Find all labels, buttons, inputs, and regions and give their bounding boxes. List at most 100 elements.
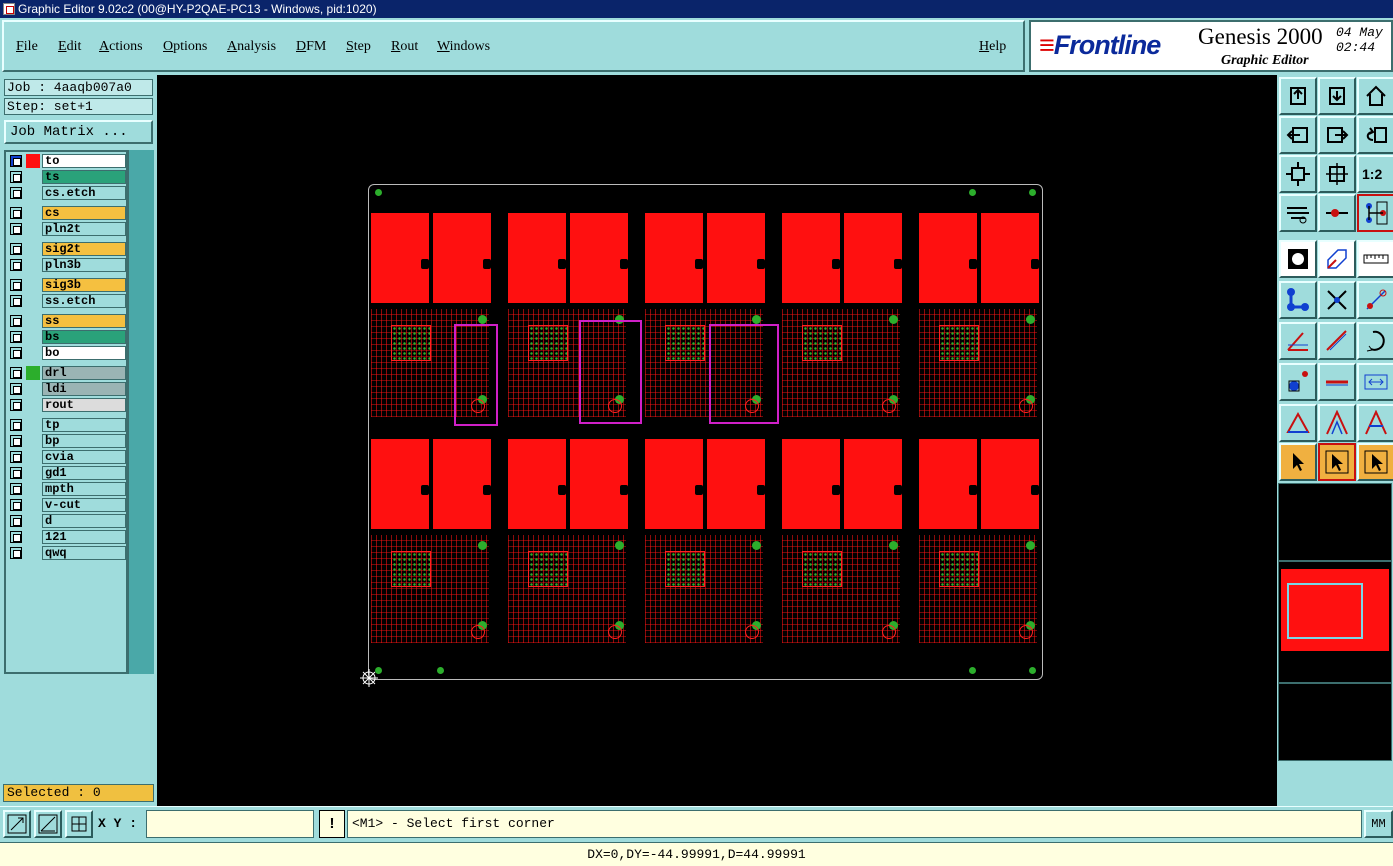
layer-row-rout[interactable]: rout <box>8 398 126 412</box>
connect-points-button[interactable] <box>1279 281 1317 319</box>
layer-checkbox[interactable] <box>10 279 22 291</box>
job-matrix-button[interactable]: Job Matrix ... <box>4 120 153 144</box>
draw-polygon-button[interactable] <box>1318 240 1356 278</box>
layer-color-swatch[interactable] <box>26 206 40 220</box>
menu-analysis[interactable]: Analysis <box>227 39 276 55</box>
layer-name[interactable]: mpth <box>42 482 126 496</box>
layer-color-swatch[interactable] <box>26 222 40 236</box>
zoom-down-button[interactable] <box>1318 77 1356 115</box>
layer-name[interactable]: cs <box>42 206 126 220</box>
exclamation-button[interactable]: ! <box>319 810 345 838</box>
layer-name[interactable]: ts <box>42 170 126 184</box>
layer-color-swatch[interactable] <box>26 330 40 344</box>
layer-color-swatch[interactable] <box>26 398 40 412</box>
layer-name[interactable]: 121 <box>42 530 126 544</box>
layer-checkbox[interactable] <box>10 171 22 183</box>
layer-name[interactable]: gd1 <box>42 466 126 480</box>
layer-color-swatch[interactable] <box>26 418 40 432</box>
layer-color-swatch[interactable] <box>26 154 40 168</box>
layer-name[interactable]: ldi <box>42 382 126 396</box>
layer-row-cs[interactable]: cs <box>8 206 126 220</box>
graphic-canvas[interactable] <box>157 75 1277 806</box>
layer-row-to[interactable]: to <box>8 154 126 168</box>
layer-checkbox[interactable] <box>10 243 22 255</box>
layer-checkbox[interactable] <box>10 435 22 447</box>
layer-checkbox[interactable] <box>10 347 22 359</box>
layer-color-swatch[interactable] <box>26 346 40 360</box>
select-arrow-button[interactable] <box>1279 443 1317 481</box>
layer-name[interactable]: sig2t <box>42 242 126 256</box>
layer-color-swatch[interactable] <box>26 434 40 448</box>
layer-name[interactable]: d <box>42 514 126 528</box>
home-view-button[interactable] <box>1357 77 1393 115</box>
layer-name[interactable]: drl <box>42 366 126 380</box>
layer-checkbox[interactable] <box>10 295 22 307</box>
layer-color-swatch[interactable] <box>26 466 40 480</box>
cross-snap-button[interactable] <box>1318 281 1356 319</box>
layer-row-v-cut[interactable]: v-cut <box>8 498 126 512</box>
layer-name[interactable]: cvia <box>42 450 126 464</box>
layer-checkbox[interactable] <box>10 315 22 327</box>
pan-left-button[interactable] <box>1279 116 1317 154</box>
layer-checkbox[interactable] <box>10 499 22 511</box>
xy-coordinate-input[interactable] <box>146 810 314 838</box>
layer-row-cvia[interactable]: cvia <box>8 450 126 464</box>
dimension-tool-button[interactable] <box>1357 363 1393 401</box>
layer-checkbox[interactable] <box>10 531 22 543</box>
menu-file[interactable]: File <box>16 39 38 55</box>
layer-row-ss.etch[interactable]: ss.etch <box>8 294 126 308</box>
point-tool-button[interactable] <box>1279 363 1317 401</box>
layer-color-swatch[interactable] <box>26 530 40 544</box>
layer-row-ldi[interactable]: ldi <box>8 382 126 396</box>
horizontal-line-button[interactable] <box>1318 363 1356 401</box>
layer-list-scrollbar[interactable] <box>128 150 154 674</box>
zoom-box-button[interactable] <box>3 810 31 838</box>
menu-dfm[interactable]: DFM <box>296 39 326 55</box>
layer-row-pln2t[interactable]: pln2t <box>8 222 126 236</box>
layer-name[interactable]: qwq <box>42 546 126 560</box>
layer-checkbox[interactable] <box>10 451 22 463</box>
layer-color-swatch[interactable] <box>26 482 40 496</box>
units-button[interactable]: MM <box>1364 810 1393 838</box>
layer-name[interactable]: sig3b <box>42 278 126 292</box>
layer-name[interactable]: bp <box>42 434 126 448</box>
layer-name[interactable]: bs <box>42 330 126 344</box>
layer-row-d[interactable]: d <box>8 514 126 528</box>
diagonal-line-button[interactable] <box>1318 322 1356 360</box>
net-tool-button[interactable] <box>1357 194 1393 232</box>
undo-view-button[interactable] <box>1357 116 1393 154</box>
layer-checkbox[interactable] <box>10 419 22 431</box>
layer-row-tp[interactable]: tp <box>8 418 126 432</box>
layer-color-swatch[interactable] <box>26 170 40 184</box>
layer-name[interactable]: pln3b <box>42 258 126 272</box>
zoom-home-up-button[interactable] <box>1279 77 1317 115</box>
layer-color-swatch[interactable] <box>26 314 40 328</box>
layer-color-swatch[interactable] <box>26 514 40 528</box>
zoom-center-button[interactable] <box>1318 155 1356 193</box>
menu-help[interactable]: Help <box>979 39 1006 55</box>
zoom-ratio-button[interactable]: 1:2 <box>1357 155 1393 193</box>
layer-row-ts[interactable]: ts <box>8 170 126 184</box>
menu-rout[interactable]: Rout <box>391 39 418 55</box>
layer-row-mpth[interactable]: mpth <box>8 482 126 496</box>
layer-row-sig3b[interactable]: sig3b <box>8 278 126 292</box>
layer-checkbox[interactable] <box>10 483 22 495</box>
select-feature-button[interactable] <box>1279 240 1317 278</box>
overview-preview[interactable] <box>1278 561 1392 683</box>
layer-checkbox[interactable] <box>10 223 22 235</box>
layer-name[interactable]: tp <box>42 418 126 432</box>
layer-checkbox[interactable] <box>10 399 22 411</box>
layer-checkbox[interactable] <box>10 331 22 343</box>
layer-color-swatch[interactable] <box>26 366 40 380</box>
layer-checkbox[interactable] <box>10 259 22 271</box>
layer-color-swatch[interactable] <box>26 546 40 560</box>
menu-step[interactable]: Step <box>346 39 371 55</box>
snap-tool-button[interactable] <box>1318 194 1356 232</box>
layer-name[interactable]: ss.etch <box>42 294 126 308</box>
layer-name[interactable]: bo <box>42 346 126 360</box>
layer-row-cs.etch[interactable]: cs.etch <box>8 186 126 200</box>
layer-row-ss[interactable]: ss <box>8 314 126 328</box>
triangle-tool-button[interactable] <box>1279 404 1317 442</box>
layer-row-sig2t[interactable]: sig2t <box>8 242 126 256</box>
layer-row-bo[interactable]: bo <box>8 346 126 360</box>
